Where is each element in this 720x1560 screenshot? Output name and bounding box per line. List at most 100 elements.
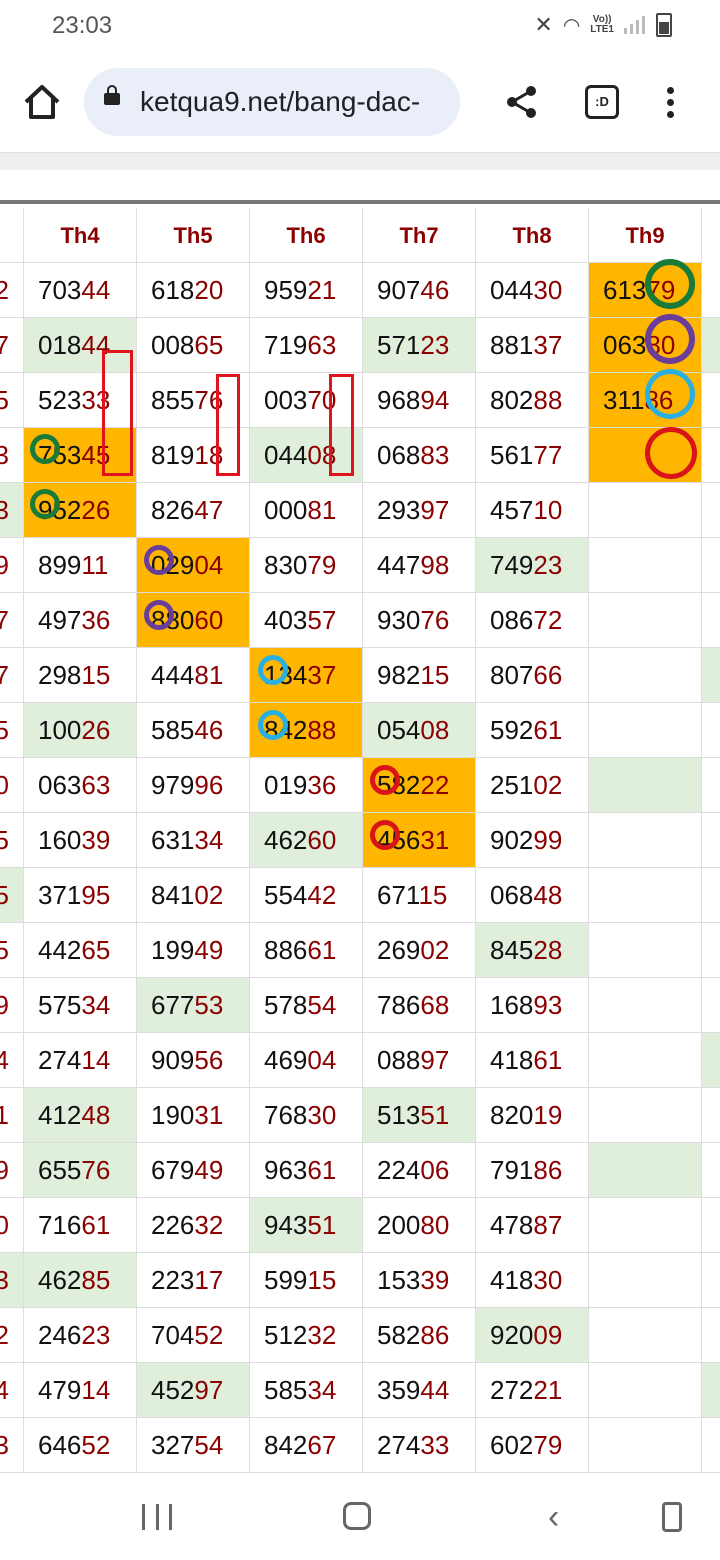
cell-prefix: 274 [38,1045,82,1075]
back-button[interactable]: ‹ [548,1498,559,1537]
cell-prefix: 791 [490,1155,534,1185]
table-cell: 88661 [250,923,363,978]
cell-suffix: 79 [646,275,676,305]
table-cell [589,1198,702,1253]
cell-suffix: 49 [194,1155,224,1185]
table-cell: 41248 [24,1088,137,1143]
table-cell: 74923 [476,538,589,593]
table-cell: 06848 [476,868,589,923]
mute-icon: ✕ [534,12,553,37]
share-icon[interactable] [504,84,540,120]
cell-suffix: 02 [420,935,450,965]
table-cell: 98215 [363,648,476,703]
table-cell: 06883 [363,428,476,483]
cell-suffix: 86 [533,1155,563,1185]
edge-cell: 5 [0,813,24,868]
cell-suffix: 60 [307,825,337,855]
cell-prefix: 168 [490,990,534,1020]
cell-prefix: 447 [377,550,421,580]
edge-cell: 9 [0,978,24,1033]
table-cell: 13437 [250,648,363,703]
tab-switcher-button[interactable]: :D [585,85,619,119]
table-cell [589,1418,702,1473]
table-cell: 08672 [476,593,589,648]
cell-suffix: 61 [533,1045,563,1075]
cell-prefix: 452 [151,1375,195,1405]
cell-suffix: 99 [533,825,563,855]
table-cell [589,593,702,648]
table-cell: 82019 [476,1088,589,1143]
address-bar[interactable]: ketqua9.net/bang-dac- [84,68,460,136]
table-cell: 56177 [476,428,589,483]
table-cell: 05408 [363,703,476,758]
right-edge-cell [701,428,720,483]
cell-suffix: 02 [533,770,563,800]
cell-prefix: 679 [151,1155,195,1185]
cell-suffix: 61 [533,715,563,745]
recent-apps-button[interactable] [142,1504,172,1530]
cell-prefix: 959 [264,275,308,305]
table-cell: 32754 [137,1418,250,1473]
table-cell: 41861 [476,1033,589,1088]
cell-prefix: 523 [38,385,82,415]
table-cell: 10026 [24,703,137,758]
cell-suffix: 60 [194,605,224,635]
table-cell: 16039 [24,813,137,868]
edge-cell: 0 [0,1198,24,1253]
cell-suffix: 28 [533,935,563,965]
cell-suffix: 76 [420,605,450,635]
cell-prefix: 190 [151,1100,195,1130]
nav-home-button[interactable] [343,1502,371,1530]
cell-prefix: 786 [377,990,421,1020]
cell-prefix: 920 [490,1320,534,1350]
cell-suffix: 26 [81,715,111,745]
table-cell: 71661 [24,1198,137,1253]
cell-prefix: 418 [490,1265,534,1295]
table-cell: 04430 [476,263,589,318]
cell-suffix: 97 [194,1375,224,1405]
right-edge-cell [701,1308,720,1363]
table-cell [589,703,702,758]
cell-suffix: 37 [307,660,337,690]
cell-prefix: 703 [38,275,82,305]
cell-suffix: 97 [420,495,450,525]
cell-suffix: 37 [533,330,563,360]
table-cell: 63134 [137,813,250,868]
cell-suffix: 47 [194,495,224,525]
cell-suffix: 65 [81,935,111,965]
more-menu-icon[interactable] [662,84,678,124]
cell-suffix: 96 [194,770,224,800]
table-cell: 82647 [137,483,250,538]
cell-suffix: 08 [307,440,337,470]
right-edge-cell [701,813,720,868]
cell-prefix: 881 [490,330,534,360]
table-cell: 22317 [137,1253,250,1308]
table-cell: 57123 [363,318,476,373]
cell-suffix: 02 [194,880,224,910]
edge-cell: 5 [0,703,24,758]
cell-prefix: 802 [490,385,534,415]
url-text[interactable]: ketqua9.net/bang-dac- [140,86,452,118]
cell-prefix: 719 [264,330,308,360]
table-cell: 84102 [137,868,250,923]
table-cell: 06363 [24,758,137,813]
table-cell: 90746 [363,263,476,318]
right-edge-cell [701,758,720,813]
cell-prefix: 671 [377,880,419,910]
cell-suffix: 95 [81,880,111,910]
rotate-icon[interactable] [662,1502,682,1532]
cell-prefix: 403 [264,605,308,635]
cell-suffix: 32 [194,1210,224,1240]
edge-cell: 1 [0,1088,24,1143]
home-icon[interactable] [22,82,62,122]
cell-prefix: 902 [490,825,534,855]
cell-suffix: 61 [307,935,337,965]
cell-suffix: 19 [533,1100,563,1130]
edge-cell: 3 [0,1253,24,1308]
cell-prefix: 677 [151,990,195,1020]
cell-suffix: 86 [644,385,674,415]
cell-suffix: 45 [81,440,111,470]
cell-suffix: 36 [81,605,111,635]
table-cell: 84267 [250,1418,363,1473]
edge-cell: 7 [0,318,24,373]
